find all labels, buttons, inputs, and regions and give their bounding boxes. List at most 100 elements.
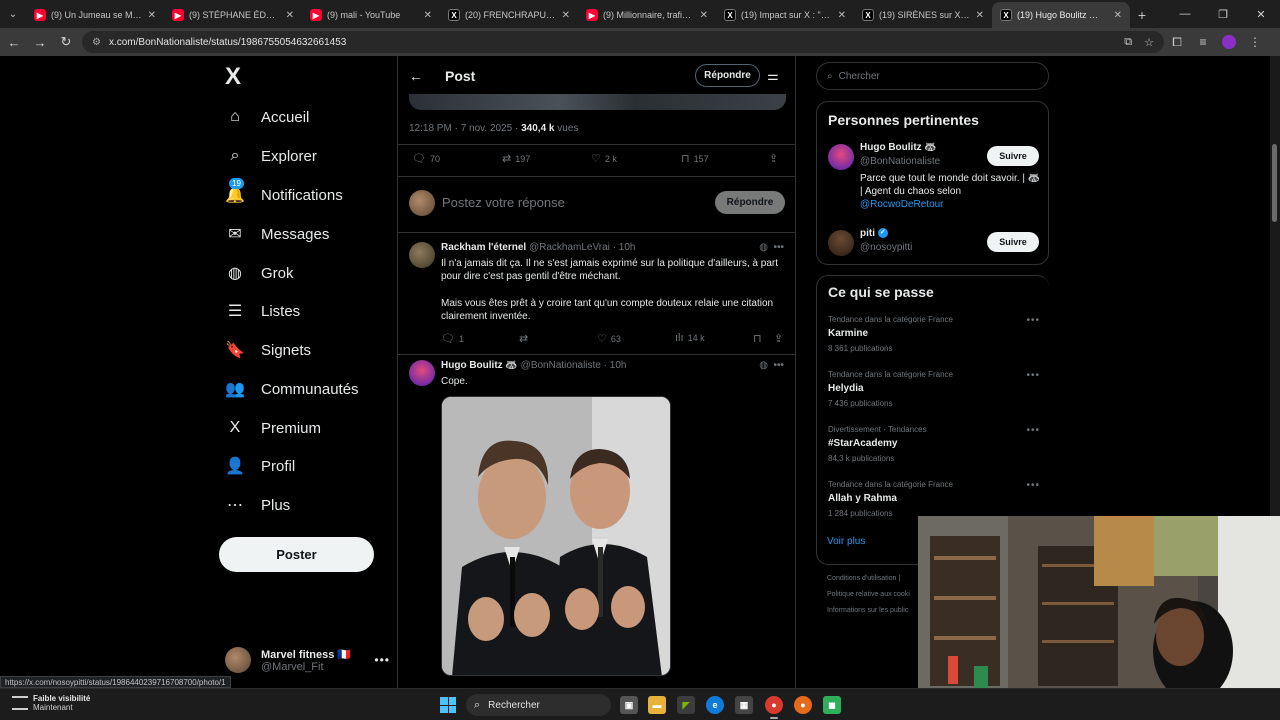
nav-item-accueil[interactable]: ⌂ Accueil [225,102,309,132]
close-window-icon[interactable]: ✕ [1242,0,1280,28]
browser-tab[interactable]: X (19) Impact sur X : "#RUS ✕ [716,2,854,28]
browser-tab[interactable]: ▶ (9) Un Jumeau se Met au ✕ [26,2,164,28]
tweet-time[interactable]: · 10h [604,360,627,371]
reply-action[interactable]: 🗨 1 [441,332,464,345]
maximize-icon[interactable]: ❐ [1204,0,1242,28]
browser-tab-active[interactable]: X (19) Hugo Boulitz 🦝 sur ✕ [992,2,1130,28]
views-action[interactable]: ılı 14 k [675,332,705,344]
post-timestamp[interactable]: 12:18 PM · 7 nov. 2025 · [409,123,521,134]
footer-link[interactable]: Politique relative aux cooki [827,591,910,598]
browser-profile-avatar[interactable] [1222,35,1236,49]
search-input[interactable]: ⌕ Chercher [816,62,1049,90]
avatar[interactable] [409,360,435,386]
person-name[interactable]: piti ✓ [860,228,888,239]
new-tab-plus-icon[interactable]: + [1130,2,1154,28]
weather-widget[interactable]: Faible visibilité Maintenant [12,694,90,712]
trend-item[interactable]: Tendance dans la catégorie France Karmin… [828,315,1040,353]
more-dots-icon[interactable]: ••• [1026,425,1040,436]
share-action[interactable]: ⇪ [774,332,787,345]
app-icon[interactable]: ◼ [823,696,841,714]
avatar[interactable] [409,242,435,268]
more-dots-icon[interactable]: ••• [773,360,784,371]
nav-item-plus[interactable]: ⋯ Plus [225,490,290,520]
nav-item-premium[interactable]: X Premium [225,413,321,443]
share-action[interactable]: ⇪ [769,152,782,165]
bio-mention-link[interactable]: @RocwoDeRetour [860,199,944,210]
nav-item-messages[interactable]: ✉ Messages [225,219,329,249]
see-more-link[interactable]: Voir plus [827,536,865,547]
browser-tab[interactable]: ▶ (9) STÉPHANE ÉDOUARD ✕ [164,2,302,28]
reply-tweet[interactable]: Hugo Boulitz 🦝 @BonNationaliste · 10h ◍ … [398,360,795,688]
bookmark-action[interactable]: ⊓ [753,332,766,345]
header-reply-button[interactable]: Répondre [695,64,760,87]
author-name[interactable]: Hugo Boulitz 🦝 [441,360,518,371]
nav-item-signets[interactable]: 🔖 Signets [225,335,311,365]
install-app-icon[interactable]: ⧉ [1124,36,1132,49]
like-action[interactable]: ♡ 2 k [591,152,617,165]
close-icon[interactable]: ✕ [148,10,156,21]
browser-menu-icon[interactable]: ⋮ [1242,30,1268,54]
more-dots-icon[interactable]: ••• [1026,370,1040,381]
footer-link[interactable]: Conditions d'utilisation | [827,575,900,582]
trend-item[interactable]: Divertissement · Tendances #StarAcademy … [828,425,1040,463]
follow-button[interactable]: Suivre [987,232,1039,252]
close-icon[interactable]: ✕ [286,10,294,21]
grok-icon[interactable]: ◍ [759,242,768,253]
browser-tab[interactable]: X (20) FRENCHRAPUS us sur ✕ [440,2,578,28]
repost-action[interactable]: ⇄ [519,332,532,345]
store-icon[interactable]: ▦ [735,696,753,714]
taskbar-search[interactable]: ⌕ Rechercher [466,694,611,716]
nav-item-listes[interactable]: ☰ Listes [225,296,300,326]
forward-icon[interactable]: → [28,30,52,54]
footer-link[interactable]: Informations sur les public [827,607,908,614]
close-icon[interactable]: ✕ [424,10,432,21]
more-dots-icon[interactable]: ••• [1026,315,1040,326]
browser-tab[interactable]: ▶ (9) mali - YouTube ✕ [302,2,440,28]
back-arrow-icon[interactable]: ← [409,68,423,84]
bookmark-action[interactable]: ⊓ 157 [681,152,709,165]
account-switcher[interactable]: Marvel fitness 🇫🇷 @Marvel_Fit ••• [225,644,390,676]
post-button[interactable]: Poster [219,537,374,572]
scrollbar-thumb[interactable] [1272,144,1277,222]
site-info-icon[interactable]: ⚙ [92,37,101,48]
reply-submit-button[interactable]: Répondre [715,191,785,214]
nav-item-explorer[interactable]: ⌕ Explorer [225,141,317,171]
browser-tab[interactable]: X (19) SIRÈNES sur X : " ✕ [854,2,992,28]
author-handle[interactable]: @RackhamLeVrai [529,242,610,253]
extensions-icon[interactable]: ⧠ [1164,30,1190,54]
nav-item-profil[interactable]: 👤 Profil [225,451,295,481]
edge-icon[interactable]: e [706,696,724,714]
address-bar[interactable]: ⚙ x.com/BonNationaliste/status/198675505… [82,31,1164,53]
close-icon[interactable]: ✕ [838,10,846,21]
more-dots-icon[interactable]: ••• [374,653,390,667]
back-icon[interactable]: ← [2,30,26,54]
reply-tweet[interactable]: Rackham l'éternel @RackhamLeVrai · 10h ◍… [398,242,795,354]
like-action[interactable]: ♡ 63 [597,332,621,345]
file-explorer-icon[interactable]: ▬ [648,696,666,714]
post-media-image[interactable] [409,94,786,110]
trend-item[interactable]: Tendance dans la catégorie France Helydi… [828,370,1040,408]
person-item[interactable]: Hugo Boulitz 🦝 @BonNationaliste Suivre P… [828,142,1040,212]
reply-input[interactable]: Postez votre réponse [442,195,565,210]
windows-start-icon[interactable] [440,697,456,713]
bookmark-star-icon[interactable]: ☆ [1144,36,1154,49]
browser-tab[interactable]: ▶ (9) Millionnaire, trafiquant ✕ [578,2,716,28]
trend-item[interactable]: Tendance dans la catégorie France Allah … [828,480,1040,518]
repost-action[interactable]: ⇄ 197 [502,152,530,165]
sliders-icon[interactable]: ⚌ [767,68,779,84]
close-icon[interactable]: ✕ [976,10,984,21]
nav-item-grok[interactable]: ◍ Grok [225,258,294,288]
nav-item-communautes[interactable]: 👥 Communautés [225,374,359,404]
minimize-icon[interactable]: — [1166,0,1204,28]
close-icon[interactable]: ✕ [1114,10,1122,21]
grok-icon[interactable]: ◍ [759,360,768,371]
person-item[interactable]: piti ✓ @nosoypitti Suivre [828,228,1040,258]
close-icon[interactable]: ✕ [562,10,570,21]
reload-icon[interactable]: ↻ [54,30,78,54]
tweet-photo[interactable] [441,396,671,676]
task-view-icon[interactable]: ▣ [620,696,638,714]
avatar[interactable] [828,230,854,256]
chrome-icon[interactable]: ● [765,696,783,719]
follow-button[interactable]: Suivre [987,146,1039,166]
more-dots-icon[interactable]: ••• [1026,480,1040,491]
